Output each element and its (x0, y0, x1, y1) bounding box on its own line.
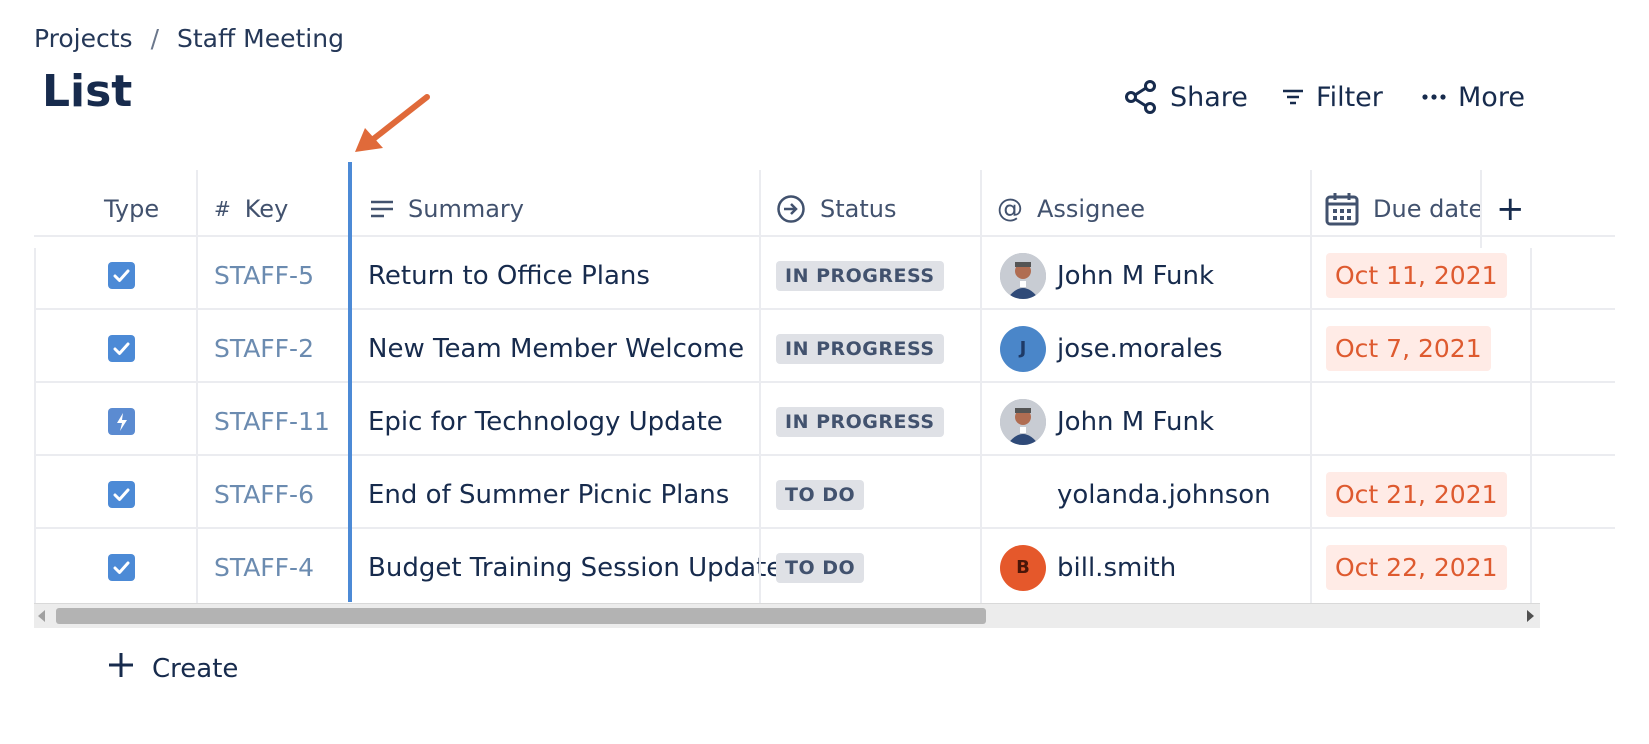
table-row[interactable]: STAFF-11 Epic for Technology Update IN P… (34, 381, 1615, 460)
annotation-arrow-icon (355, 94, 430, 152)
scroll-right-arrow-icon[interactable] (1527, 610, 1534, 622)
status-badge: TO DO (776, 479, 865, 510)
column-due-date-label: Due date (1373, 195, 1484, 223)
filter-button[interactable]: Filter (1282, 74, 1383, 120)
due-date-badge: Oct 21, 2021 (1326, 472, 1507, 517)
avatar: B (1000, 544, 1046, 591)
avatar (1000, 472, 1046, 518)
avatar (1000, 398, 1046, 445)
issue-type-cell (108, 529, 135, 606)
issue-type-cell (108, 456, 135, 533)
status-badge: IN PROGRESS (776, 406, 944, 437)
column-status-label: Status (820, 195, 897, 223)
assignee-cell[interactable]: yolanda.johnson (1000, 456, 1271, 533)
status-badge: IN PROGRESS (776, 333, 944, 364)
table-row[interactable]: STAFF-2 New Team Member Welcome IN PROGR… (34, 308, 1615, 387)
status-badge: IN PROGRESS (776, 260, 944, 291)
issue-summary[interactable]: Epic for Technology Update (368, 383, 723, 460)
more-dots-icon (1422, 93, 1446, 101)
at-sign-icon: @ (997, 194, 1023, 224)
table-row[interactable]: STAFF-6 End of Summer Picnic Plans TO DO… (34, 454, 1615, 533)
due-date-badge: Oct 7, 2021 (1326, 326, 1491, 371)
due-date-cell[interactable]: Oct 21, 2021 (1326, 456, 1507, 533)
task-checkbox-icon (108, 262, 135, 289)
task-checkbox-icon (108, 481, 135, 508)
due-date-cell[interactable]: Oct 22, 2021 (1326, 529, 1507, 606)
breadcrumb-separator: / (150, 24, 159, 53)
status-cell[interactable]: IN PROGRESS (776, 237, 944, 314)
column-assignee-label: Assignee (1037, 195, 1146, 223)
column-summary-label: Summary (408, 195, 524, 223)
issue-key-link[interactable]: STAFF-11 (214, 383, 330, 460)
status-arrow-circle-icon (776, 194, 806, 224)
column-resize-handle[interactable] (348, 162, 352, 602)
horizontal-scrollbar[interactable] (34, 603, 1540, 628)
issue-summary[interactable]: New Team Member Welcome (368, 310, 744, 387)
due-date-badge: Oct 22, 2021 (1326, 545, 1507, 590)
more-button[interactable]: More (1422, 74, 1525, 120)
assignee-cell[interactable]: John M Funk (1000, 383, 1214, 460)
issue-summary[interactable]: Budget Training Session Update (368, 529, 782, 606)
toolbar: Share Filter More (0, 74, 1649, 120)
due-date-badge: Oct 11, 2021 (1326, 253, 1507, 298)
avatar: J (1000, 325, 1046, 372)
issue-key-link[interactable]: STAFF-2 (214, 310, 314, 387)
breadcrumb: Projects / Staff Meeting (34, 24, 344, 53)
plus-icon (108, 652, 134, 685)
issue-type-cell (108, 310, 135, 387)
filter-icon (1282, 87, 1304, 107)
assignee-name: John M Funk (1057, 260, 1215, 291)
column-type-label: Type (104, 195, 160, 223)
issue-type-cell (108, 383, 135, 460)
issue-key-link[interactable]: STAFF-5 (214, 237, 314, 314)
due-date-cell[interactable]: Oct 7, 2021 (1326, 310, 1491, 387)
epic-icon (108, 408, 135, 435)
share-button[interactable]: Share (1124, 74, 1248, 120)
status-cell[interactable]: TO DO (776, 456, 865, 533)
breadcrumb-projects-link[interactable]: Projects (34, 24, 133, 53)
plus-icon: + (1496, 189, 1525, 229)
breadcrumb-staff-meeting-link[interactable]: Staff Meeting (177, 24, 344, 53)
assignee-name: John M Funk (1057, 406, 1215, 437)
status-cell[interactable]: IN PROGRESS (776, 310, 944, 387)
status-cell[interactable]: TO DO (776, 529, 865, 606)
issue-key-link[interactable]: STAFF-6 (214, 456, 314, 533)
hash-icon: # (214, 197, 231, 221)
issue-key-link[interactable]: STAFF-4 (214, 529, 314, 606)
create-button[interactable]: Create (108, 652, 238, 685)
task-checkbox-icon (108, 554, 135, 581)
status-cell[interactable]: IN PROGRESS (776, 383, 944, 460)
issue-summary[interactable]: End of Summer Picnic Plans (368, 456, 729, 533)
more-label: More (1458, 81, 1525, 113)
assignee-cell[interactable]: John M Funk (1000, 237, 1214, 314)
column-key-label: Key (244, 195, 289, 223)
assignee-cell[interactable]: Bbill.smith (1000, 529, 1176, 606)
assignee-name: jose.morales (1057, 333, 1223, 364)
assignee-name: yolanda.johnson (1057, 479, 1271, 510)
table-row[interactable]: STAFF-5 Return to Office Plans IN PROGRE… (34, 235, 1615, 314)
share-label: Share (1170, 81, 1248, 113)
issue-type-cell (108, 237, 135, 314)
share-icon (1124, 80, 1158, 114)
avatar (1000, 252, 1046, 299)
task-checkbox-icon (108, 335, 135, 362)
filter-label: Filter (1316, 81, 1383, 113)
table-row[interactable]: STAFF-4 Budget Training Session Update T… (34, 527, 1615, 606)
create-label: Create (152, 653, 239, 684)
scrollbar-thumb[interactable] (56, 608, 986, 624)
assignee-name: bill.smith (1057, 552, 1177, 583)
summary-lines-icon (370, 199, 394, 219)
status-badge: TO DO (776, 552, 865, 583)
due-date-cell[interactable]: Oct 11, 2021 (1326, 237, 1507, 314)
calendar-icon (1325, 192, 1359, 226)
scroll-left-arrow-icon[interactable] (38, 610, 45, 622)
issue-summary[interactable]: Return to Office Plans (368, 237, 650, 314)
assignee-cell[interactable]: Jjose.morales (1000, 310, 1223, 387)
